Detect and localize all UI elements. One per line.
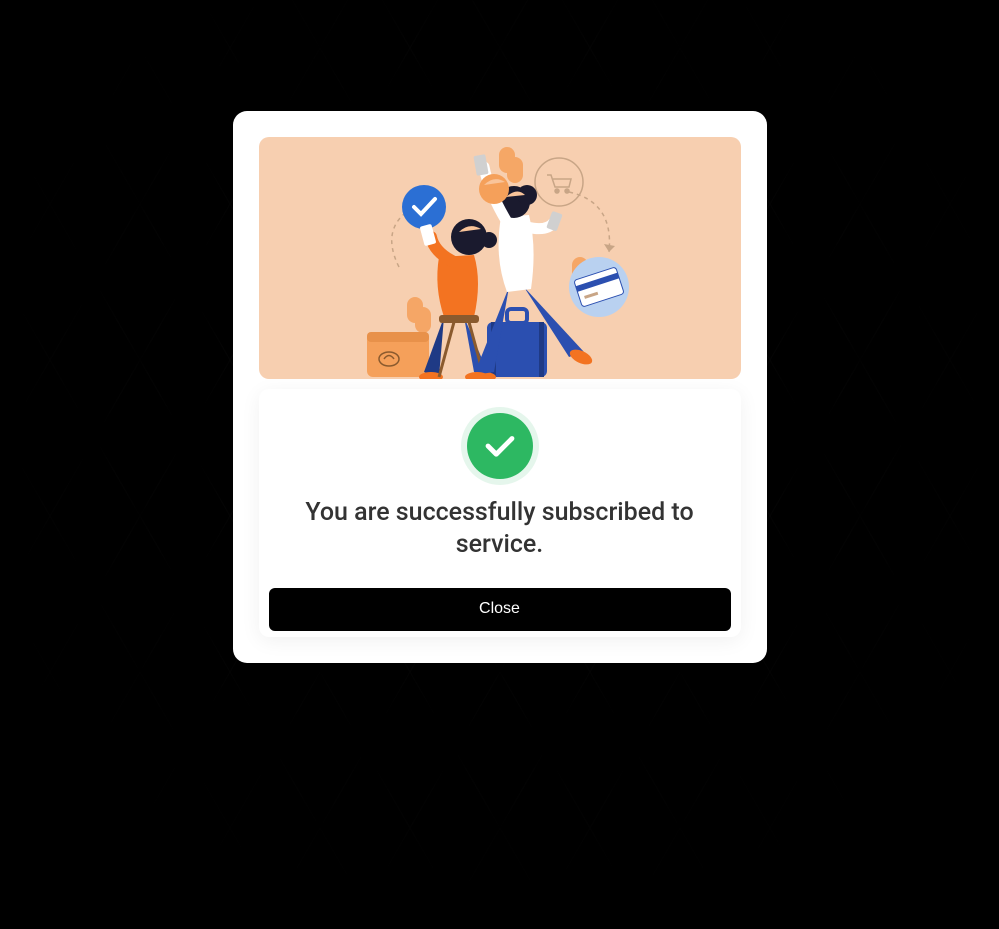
success-message: You are successfully subscribed to servi… <box>269 497 731 588</box>
subscription-success-modal: You are successfully subscribed to servi… <box>233 111 767 663</box>
modal-illustration <box>259 137 741 379</box>
success-checkmark-icon <box>467 413 533 479</box>
close-button[interactable]: Close <box>269 588 731 631</box>
modal-content: You are successfully subscribed to servi… <box>259 389 741 637</box>
